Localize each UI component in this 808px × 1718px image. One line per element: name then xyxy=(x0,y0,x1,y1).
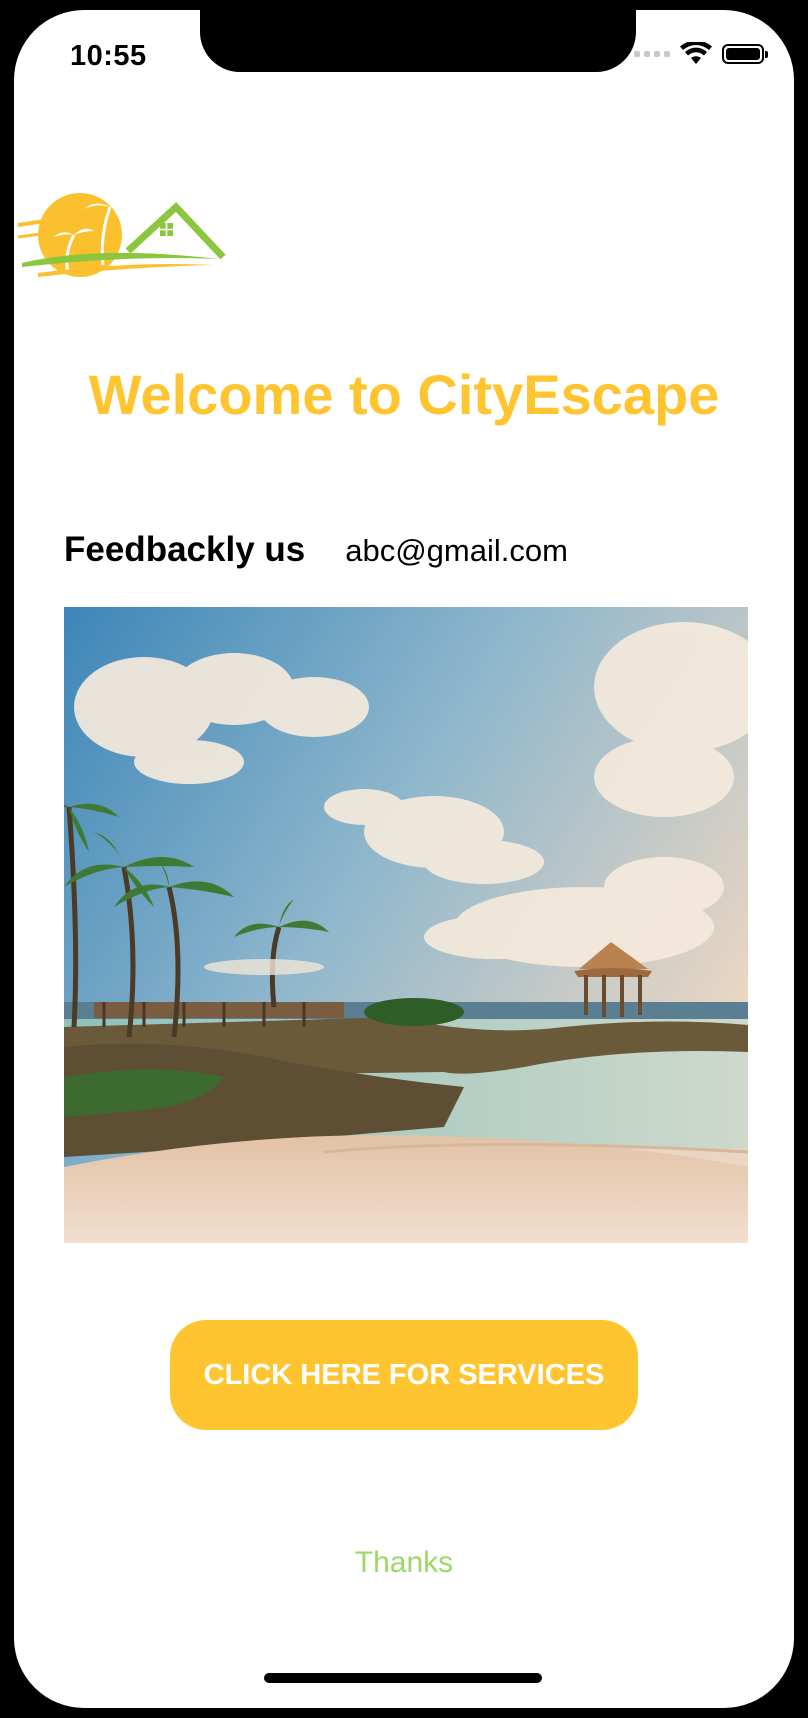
feedback-label: Feedbackly us xyxy=(64,530,306,569)
phone-screen: 10:55 Welcome to CityEscape Feedbackly u… xyxy=(14,10,794,1708)
cellular-signal-icon xyxy=(634,51,670,57)
home-indicator[interactable] xyxy=(264,1673,542,1683)
beach-resort-photo xyxy=(64,607,748,1243)
feedback-row: Feedbackly us abc@gmail.com xyxy=(64,530,568,570)
welcome-title: Welcome to CityEscape xyxy=(88,363,720,426)
wifi-icon xyxy=(680,42,712,64)
palm-beach-house-logo xyxy=(18,187,226,277)
status-icons xyxy=(634,42,768,66)
status-time: 10:55 xyxy=(70,40,147,72)
services-button[interactable]: CLICK HERE FOR SERVICES xyxy=(170,1320,638,1430)
feedback-email-link[interactable]: abc@gmail.com xyxy=(345,533,568,569)
battery-icon xyxy=(722,44,768,64)
device-notch xyxy=(200,10,636,72)
thanks-text: Thanks xyxy=(354,1546,454,1579)
